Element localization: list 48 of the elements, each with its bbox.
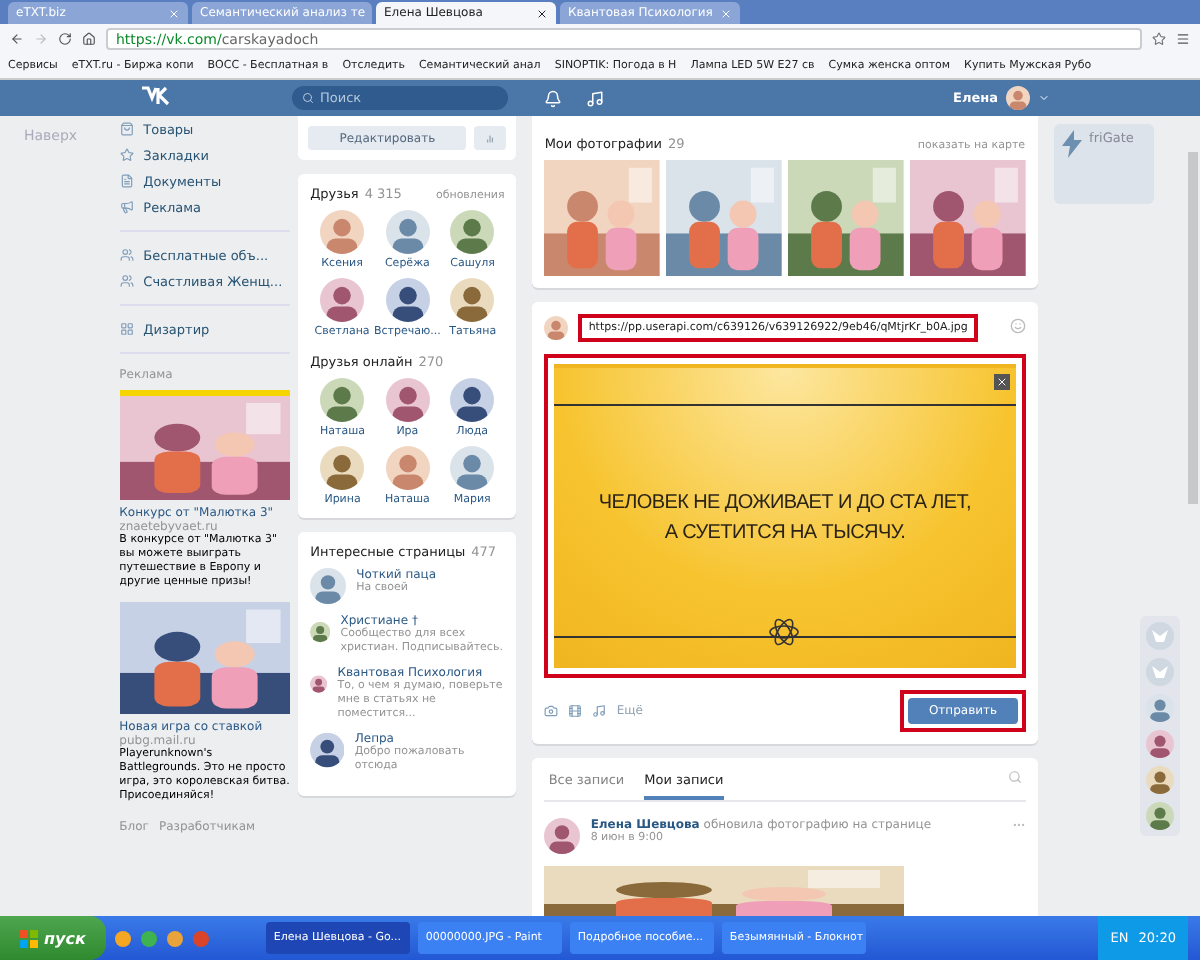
video-icon[interactable] <box>568 704 583 718</box>
quote-line: А СУЕТИТСЯ НА ТЫСЯЧУ. <box>664 520 906 548</box>
back-icon[interactable] <box>10 32 24 46</box>
avatar[interactable] <box>310 568 347 604</box>
windows-logo-icon <box>20 929 38 947</box>
avatar[interactable] <box>450 278 495 322</box>
bag-icon <box>119 122 134 136</box>
music-icon[interactable] <box>586 89 604 107</box>
doc-icon <box>119 174 134 188</box>
bell-icon[interactable] <box>544 89 562 107</box>
camera-icon[interactable] <box>544 704 559 718</box>
bookmark-star-icon[interactable] <box>1152 32 1166 46</box>
home-icon[interactable] <box>82 32 96 46</box>
chevron-down-icon[interactable] <box>1038 92 1050 104</box>
quote-line: ЧЕЛОВЕК НЕ ДОЖИВАЕТ И ДО СТА ЛЕТ, <box>598 490 971 518</box>
lightning-icon <box>1059 130 1084 158</box>
menu-icon[interactable] <box>1176 32 1190 46</box>
music-icon[interactable] <box>592 704 607 718</box>
logo-icon[interactable] <box>140 86 172 106</box>
search-icon <box>302 92 314 104</box>
avatar[interactable] <box>385 278 430 322</box>
avatar[interactable] <box>385 378 430 422</box>
avatar[interactable] <box>1146 730 1174 758</box>
emoji-icon[interactable] <box>1009 318 1026 334</box>
group-icon <box>119 274 134 288</box>
bar-chart-icon <box>486 131 495 145</box>
avatar[interactable] <box>450 378 495 422</box>
avatar[interactable] <box>320 378 365 422</box>
avatar[interactable] <box>1146 802 1174 830</box>
avatar[interactable] <box>385 210 430 254</box>
close-icon[interactable] <box>993 374 1010 390</box>
avatar[interactable] <box>544 818 581 854</box>
group-icon <box>119 248 134 262</box>
scrollbar[interactable] <box>1188 152 1198 504</box>
apps-icon <box>119 322 134 336</box>
avatar[interactable] <box>320 446 365 490</box>
close-icon[interactable] <box>536 7 548 19</box>
avatar[interactable] <box>1006 86 1030 110</box>
reload-icon[interactable] <box>58 32 72 46</box>
avatar[interactable] <box>310 732 345 768</box>
stats-button[interactable] <box>474 126 507 150</box>
avatar[interactable] <box>1146 766 1174 794</box>
avatar[interactable] <box>320 278 365 322</box>
avatar[interactable] <box>450 210 495 254</box>
avatar[interactable] <box>450 446 495 490</box>
ads-icon <box>119 200 134 214</box>
star-icon <box>119 148 134 162</box>
start-button[interactable]: пуск <box>0 916 106 960</box>
